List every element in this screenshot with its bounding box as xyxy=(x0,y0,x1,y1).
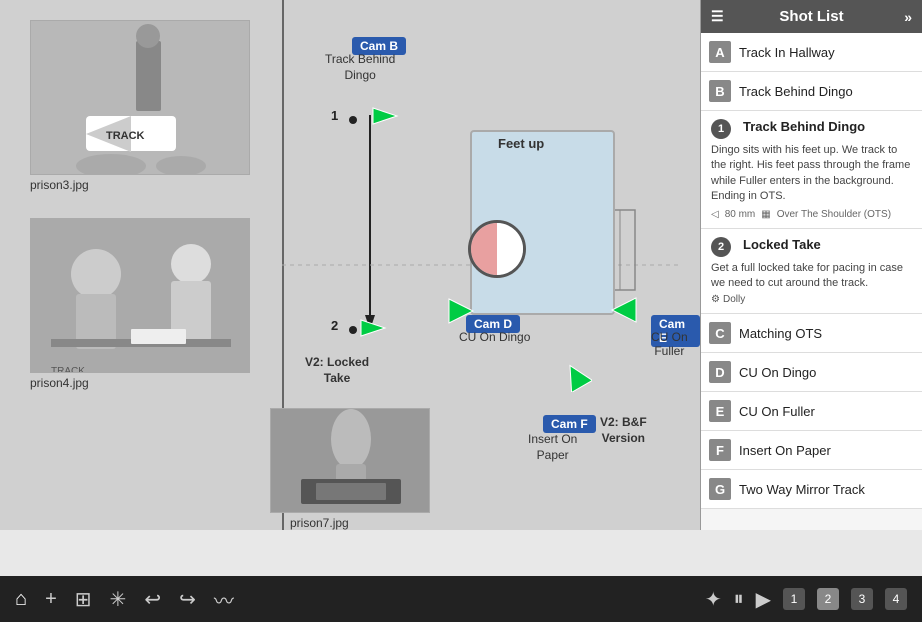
page-4-btn[interactable]: 4 xyxy=(885,588,907,610)
play-icon[interactable]: ▶ xyxy=(756,587,771,612)
shot-item-A[interactable]: A Track In Hallway xyxy=(701,33,922,72)
shot-title-E: CU On Fuller xyxy=(739,404,815,419)
prison3-label: prison3.jpg xyxy=(30,178,89,192)
shot-title-A: Track In Hallway xyxy=(739,45,835,60)
shot-list-content[interactable]: A Track In Hallway B Track Behind Dingo … xyxy=(701,33,922,530)
detail-number-2: 2 xyxy=(711,237,731,257)
letter-badge-G: G xyxy=(709,478,731,500)
detail-title-2: Locked Take xyxy=(743,237,821,252)
detail-title-1: Track Behind Dingo xyxy=(743,119,865,134)
page-1-btn[interactable]: 1 xyxy=(783,588,805,610)
layers-icon[interactable]: ⊞ xyxy=(75,587,92,612)
shot-1-dot xyxy=(349,116,357,124)
cam-e-icon xyxy=(608,294,640,331)
storyboard-panel: TRACK prison3.jpg xyxy=(0,0,700,530)
prison4-label: prison4.jpg xyxy=(30,376,89,390)
lens-value: 80 mm xyxy=(725,209,756,220)
storyboard-prison3[interactable]: TRACK xyxy=(30,20,250,175)
letter-badge-B: B xyxy=(709,80,731,102)
dolly-badge: ⚙ Dolly xyxy=(711,294,912,305)
dolly-text: Dolly xyxy=(723,294,745,305)
shot-title-C: Matching OTS xyxy=(739,326,822,341)
cam-d-desc: CU On Dingo xyxy=(459,330,530,344)
home-icon[interactable]: ⌂ xyxy=(15,588,27,611)
toolbar-left: ⌂ + ⊞ ✳ ↩ ↪ 〰 xyxy=(15,585,234,614)
redo-icon[interactable]: ↪ xyxy=(179,587,196,612)
cam-shot2-icon xyxy=(357,312,389,349)
page-3-btn[interactable]: 3 xyxy=(851,588,873,610)
prison7-label: prison7.jpg xyxy=(290,516,349,530)
settings-icon[interactable]: ✦ xyxy=(705,587,722,612)
shot-type-icon: ▦ xyxy=(761,209,770,220)
shot-2-dot xyxy=(349,326,357,334)
shot-title-D: CU On Dingo xyxy=(739,365,816,380)
shot-item-E[interactable]: E CU On Fuller xyxy=(701,392,922,431)
lens-icon: ◁ xyxy=(711,209,719,220)
letter-badge-D: D xyxy=(709,361,731,383)
shot-item-D[interactable]: D CU On Dingo xyxy=(701,353,922,392)
draw-icon[interactable]: 〰 xyxy=(214,585,234,614)
shot-list-title: Shot List xyxy=(779,8,843,25)
dolly-icon: ⚙ xyxy=(711,294,720,305)
pause-icon[interactable]: ⏸ xyxy=(734,588,744,611)
shot-item-C[interactable]: C Matching OTS xyxy=(701,314,922,353)
cam-f-badge: Cam F xyxy=(543,415,596,433)
shot-item-F[interactable]: F Insert On Paper xyxy=(701,431,922,470)
svg-text:TRACK: TRACK xyxy=(51,366,85,373)
undo-icon[interactable]: ↩ xyxy=(144,587,161,612)
detail-meta-1: ◁ 80 mm ▦ Over The Shoulder (OTS) xyxy=(711,209,912,220)
star-icon[interactable]: ✳ xyxy=(110,587,127,612)
shot-list-header: ☰ Shot List » xyxy=(701,0,922,33)
storyboard-prison7[interactable] xyxy=(270,408,430,513)
letter-badge-E: E xyxy=(709,400,731,422)
shot-1-number: 1 xyxy=(331,108,338,123)
add-icon[interactable]: + xyxy=(45,588,57,611)
bottom-toolbar: ⌂ + ⊞ ✳ ↩ ↪ 〰 ✦ ⏸ ▶ 1 2 3 4 xyxy=(0,576,922,622)
cam-f-icon xyxy=(560,360,592,397)
detail-desc-1: Dingo sits with his feet up. We track to… xyxy=(711,143,912,205)
page-2-btn[interactable]: 2 xyxy=(817,588,839,610)
shot-title-F: Insert On Paper xyxy=(739,443,831,458)
shot-detail-2[interactable]: 2 Locked Take Get a full locked take for… xyxy=(701,229,922,315)
shot-title-G: Two Way Mirror Track xyxy=(739,482,865,497)
v2-locked-label: V2: LockedTake xyxy=(305,355,369,386)
main-container: TRACK prison3.jpg xyxy=(0,0,922,576)
v2-bf-label: V2: B&FVersion xyxy=(600,415,647,446)
detail-desc-2: Get a full locked take for pacing in cas… xyxy=(711,261,912,292)
svg-text:TRACK: TRACK xyxy=(106,130,145,142)
arrow-icon[interactable]: » xyxy=(904,9,912,25)
detail-number-1: 1 xyxy=(711,119,731,139)
shot-2-number: 2 xyxy=(331,318,338,333)
cam-f-desc: Insert OnPaper xyxy=(528,432,577,463)
shot-item-B[interactable]: B Track Behind Dingo xyxy=(701,72,922,111)
person-diagram xyxy=(468,220,526,278)
shot-detail-1[interactable]: 1 Track Behind Dingo Dingo sits with his… xyxy=(701,111,922,229)
shot-title-B: Track Behind Dingo xyxy=(739,84,853,99)
cam-b-icon xyxy=(369,100,401,137)
cam-d-icon xyxy=(445,295,477,332)
storyboard-prison4[interactable]: TRACK xyxy=(30,218,250,373)
letter-badge-A: A xyxy=(709,41,731,63)
letter-badge-F: F xyxy=(709,439,731,461)
cam-e-desc: CU OnFuller xyxy=(651,330,688,358)
letter-badge-C: C xyxy=(709,322,731,344)
shot-type-value: Over The Shoulder (OTS) xyxy=(777,209,891,220)
menu-icon[interactable]: ☰ xyxy=(711,8,724,25)
cam-b-desc: Track BehindDingo xyxy=(325,52,395,83)
shot-list-panel: ☰ Shot List » A Track In Hallway B Track… xyxy=(700,0,922,530)
feet-up-label: Feet up xyxy=(498,136,544,151)
shot-item-G[interactable]: G Two Way Mirror Track xyxy=(701,470,922,509)
toolbar-right: ✦ ⏸ ▶ 1 2 3 4 xyxy=(705,587,907,612)
